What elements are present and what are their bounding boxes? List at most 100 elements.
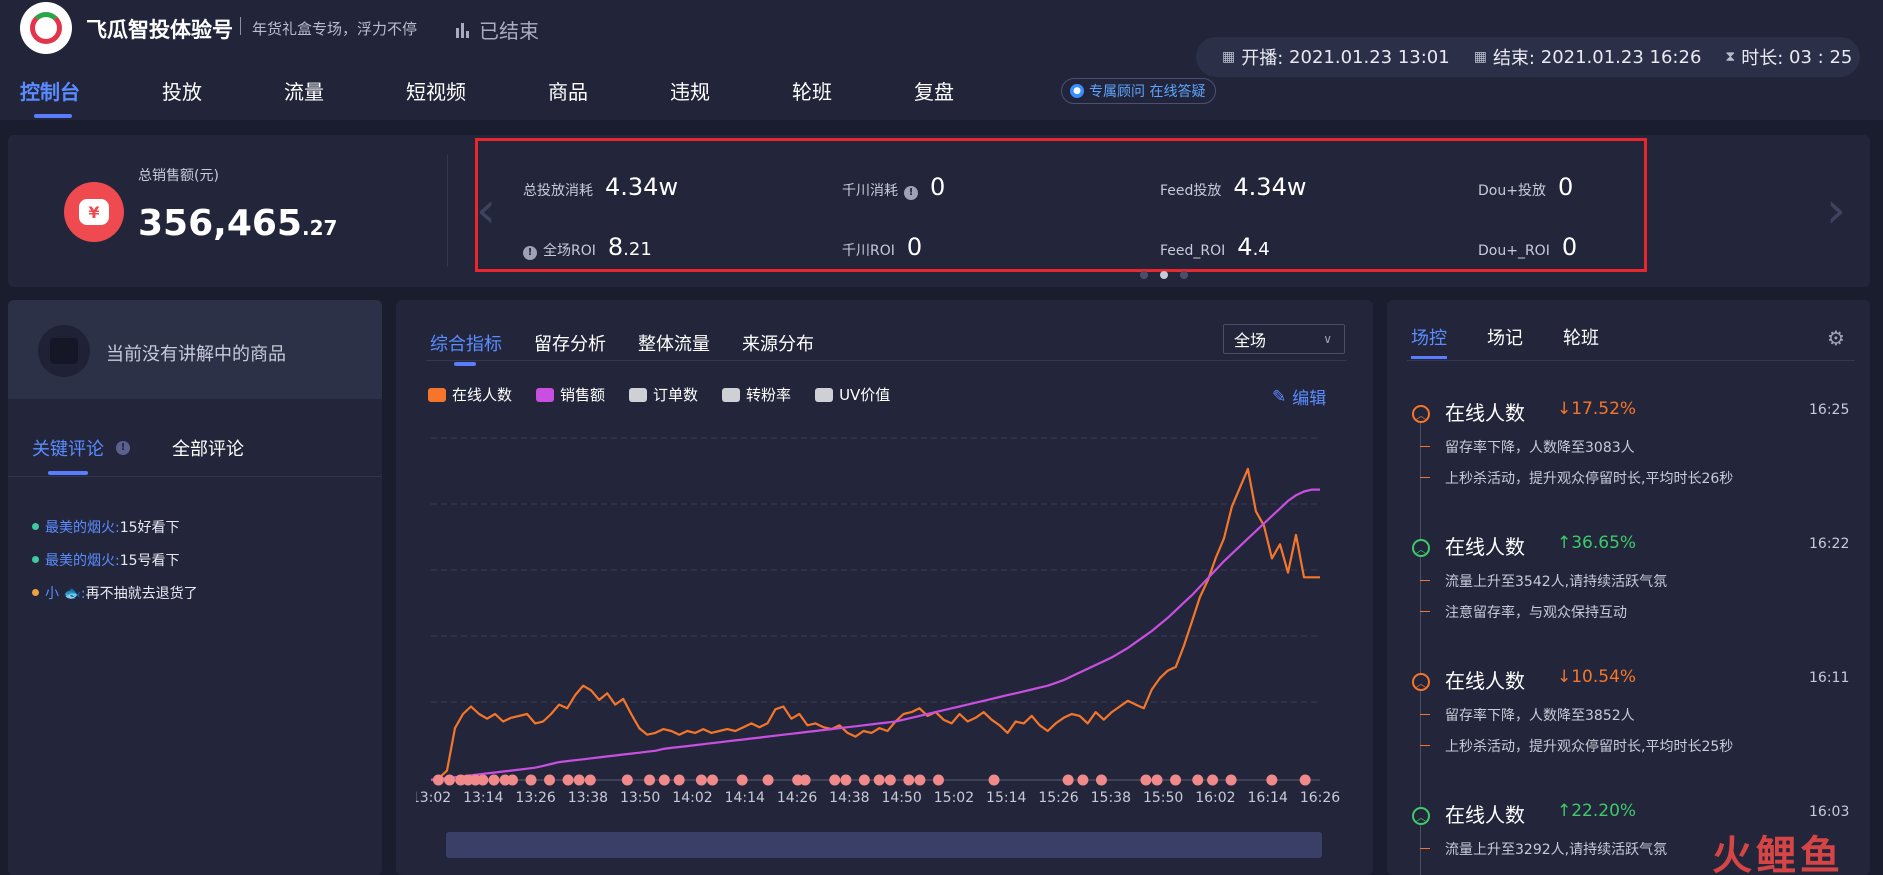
metric-roi-all: ! 全场ROI 8.21 (523, 233, 652, 261)
x-tick-label: 15:14 (986, 790, 1026, 806)
order-marker (621, 774, 633, 786)
chat-icon: ● (1070, 84, 1084, 98)
pager-dot[interactable] (1180, 271, 1188, 279)
comment-list: 最美的烟火: 15好看下 最美的烟火: 15号看下 小 🐟: 再不抽就去退货了 (32, 510, 198, 609)
comment-text: 再不抽就去退货了 (85, 585, 198, 602)
live-status: 已结束 (455, 15, 539, 44)
event-advice: 流量上升至3542人,请持续活跃气氛 (1419, 571, 1667, 591)
x-tick-label: 13:14 (463, 790, 503, 806)
carousel-pager (1140, 271, 1188, 279)
trend-up-icon: ︿ (1412, 539, 1430, 557)
tab-overall-metrics[interactable]: 综合指标 (430, 330, 502, 366)
x-tick-label: 14:50 (881, 790, 921, 806)
tab-retention[interactable]: 留存分析 (534, 330, 606, 356)
status-dot (32, 589, 39, 596)
event-title: 在线人数 (1445, 669, 1525, 693)
brand-logo (20, 2, 72, 54)
order-marker (432, 774, 444, 786)
info-icon[interactable]: ! (523, 246, 537, 260)
duration-value: 03 : 25 (1789, 46, 1853, 68)
order-marker (562, 774, 574, 786)
tab-field-control[interactable]: 场控 (1411, 324, 1447, 359)
nav-products[interactable]: 商品 (548, 76, 588, 105)
gear-icon[interactable]: ⚙ (1827, 326, 1845, 350)
comment-text: 15号看下 (119, 552, 180, 569)
order-marker (932, 774, 944, 786)
x-tick-label: 14:26 (777, 790, 817, 806)
x-tick-label: 15:02 (934, 790, 974, 806)
legend-orders[interactable]: 订单数 (629, 384, 698, 405)
order-marker (1151, 774, 1163, 786)
nav-shifts[interactable]: 轮班 (792, 76, 832, 105)
status-dot (32, 523, 39, 530)
order-marker (829, 774, 841, 786)
metric-qianchuan-spend: 千川消耗! 0 (842, 173, 946, 201)
divider (1407, 360, 1855, 361)
divider (447, 155, 448, 267)
advisor-button[interactable]: ● 专属顾问 在线答疑 (1061, 78, 1217, 104)
scope-select[interactable]: 全场 ∨ (1223, 324, 1345, 354)
end-label: 结束: (1492, 48, 1536, 69)
start-value: 2021.01.23 13:01 (1289, 46, 1450, 68)
tab-source[interactable]: 来源分布 (742, 330, 814, 356)
info-icon[interactable]: ! (116, 441, 130, 455)
event-time: 16:22 (1809, 536, 1850, 552)
event-change: ↑36.65% (1557, 533, 1637, 553)
metric-total-spend: 总投放消耗 4.34w (523, 173, 679, 201)
legend-uv-value[interactable]: UV价值 (815, 384, 890, 405)
nav-short-video[interactable]: 短视频 (406, 76, 466, 105)
order-marker (707, 774, 719, 786)
event-time: 16:03 (1809, 804, 1850, 820)
chart-tabs: 综合指标 留存分析 整体流量 来源分布 (430, 330, 814, 366)
x-tick-label: 13:02 (416, 790, 451, 806)
chart-range-scroller[interactable] (446, 832, 1322, 858)
pager-dot-active[interactable] (1160, 271, 1168, 279)
divider (240, 17, 241, 35)
stats-bar: ¥ 总销售额(元) 356,465.27 ‹ › 总投放消耗 4.34w 千川消耗… (8, 135, 1870, 287)
carousel-next-icon[interactable]: › (1826, 181, 1846, 239)
legend-sales[interactable]: 销售额 (536, 384, 605, 405)
order-marker (658, 774, 670, 786)
info-icon[interactable]: ! (904, 186, 918, 200)
nav-traffic[interactable]: 流量 (284, 76, 324, 105)
x-tick-label: 14:38 (829, 790, 869, 806)
x-tick-label: 13:50 (620, 790, 660, 806)
order-marker (573, 774, 585, 786)
nav-violations[interactable]: 违规 (670, 76, 710, 105)
comment-tabs: 关键评论! 全部评论 (32, 435, 244, 475)
x-tick-label: 13:38 (568, 790, 608, 806)
legend-online[interactable]: 在线人数 (428, 384, 512, 405)
current-product-card: 当前没有讲解中的商品 (8, 300, 382, 399)
nav-review[interactable]: 复盘 (914, 76, 954, 105)
metric-dou-spend: Dou+投放 0 (1478, 173, 1574, 201)
tab-traffic[interactable]: 整体流量 (638, 330, 710, 356)
box-icon (38, 325, 90, 377)
comment-user[interactable]: 小 🐟: (45, 583, 86, 603)
total-sales-value: 356,465.27 (138, 203, 338, 244)
order-marker (644, 774, 656, 786)
edit-button[interactable]: ✎ 编辑 (1272, 384, 1326, 410)
series-line-0 (430, 467, 1320, 782)
comment-user[interactable]: 最美的烟火: (45, 517, 120, 537)
sales-icon: ¥ (64, 182, 124, 242)
nav-ads[interactable]: 投放 (162, 76, 202, 105)
nav-console[interactable]: 控制台 (20, 76, 80, 118)
comment-user[interactable]: 最美的烟火: (45, 550, 120, 570)
legend-follow-rate[interactable]: 转粉率 (722, 384, 791, 405)
order-marker (525, 774, 537, 786)
x-tick-label: 15:26 (1038, 790, 1078, 806)
tab-all-comments[interactable]: 全部评论 (172, 435, 244, 461)
event-title: 在线人数 (1445, 803, 1525, 827)
live-status-text: 已结束 (479, 19, 539, 43)
timeline-rail (1420, 410, 1421, 875)
tab-key-comments[interactable]: 关键评论! (32, 435, 136, 475)
total-sales-label: 总销售额(元) (138, 168, 219, 184)
pager-dot[interactable] (1140, 271, 1148, 279)
pencil-icon: ✎ (1272, 386, 1287, 407)
x-tick-label: 16:14 (1248, 790, 1288, 806)
order-marker (1077, 774, 1089, 786)
tab-field-notes[interactable]: 场记 (1487, 324, 1523, 350)
watermark: 火鲤鱼 (1712, 833, 1844, 875)
tab-shifts[interactable]: 轮班 (1563, 324, 1599, 350)
comment-item: 最美的烟火: 15号看下 (32, 543, 198, 576)
